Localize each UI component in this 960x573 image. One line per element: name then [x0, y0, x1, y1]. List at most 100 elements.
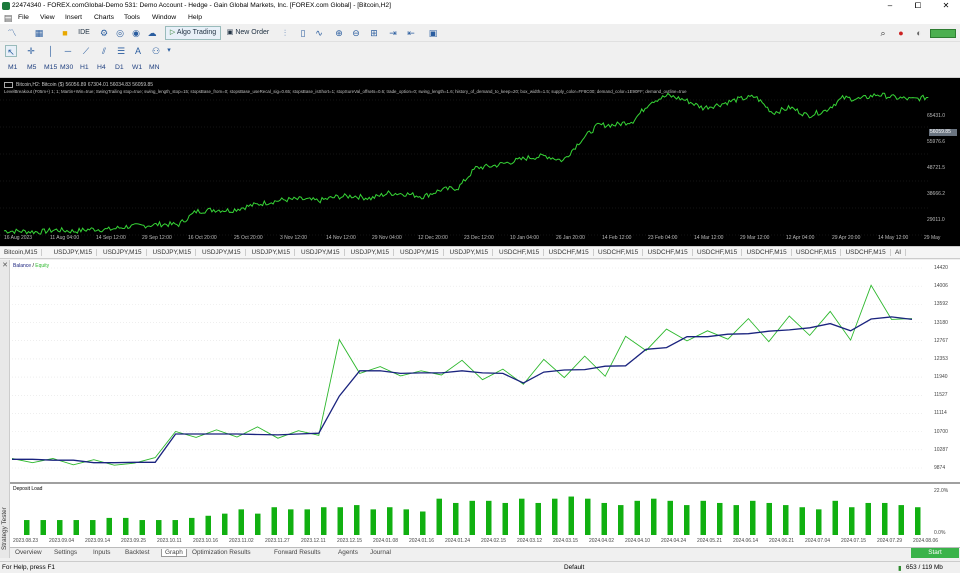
tester-tab[interactable]: Backtest [122, 549, 153, 556]
app-icon [2, 2, 10, 10]
trend-line-icon[interactable]: ⟋ [80, 45, 92, 57]
chart-tab[interactable]: USDCHF,M15 [796, 249, 842, 256]
timeframe-h4[interactable]: H4 [97, 64, 106, 71]
vps-icon[interactable]: ☁ [146, 27, 158, 39]
screenshot-icon[interactable]: ▣ [427, 27, 439, 39]
chart-tab[interactable]: USDCHF,M15 [747, 249, 792, 256]
chart-tab[interactable]: USDCHF,M15 [648, 249, 693, 256]
graph-x-tick: 2024.02.15 [481, 538, 507, 544]
window-title: 22474340 - FOREX.comGlobal-Demo 531: Dem… [12, 2, 391, 9]
ide-button[interactable]: IDE [77, 26, 91, 40]
timeframe-m5[interactable]: M5 [27, 64, 36, 71]
notifications-icon[interactable]: ● [895, 27, 907, 39]
menu-file[interactable]: File [18, 14, 29, 21]
chart-tab[interactable]: USDCHF,M15 [549, 249, 594, 256]
deposit-load-bar [271, 507, 277, 535]
chart-tab[interactable]: USDJPY,M15 [153, 249, 197, 256]
minimize-button[interactable]: – [876, 0, 904, 12]
chart-tab[interactable]: USDJPY,M15 [400, 249, 444, 256]
tester-tab[interactable]: Graph [161, 549, 187, 557]
tester-tab[interactable]: Inputs [90, 549, 113, 556]
text-icon[interactable]: A [132, 45, 144, 57]
menu-insert[interactable]: Insert [65, 14, 82, 21]
line-chart-icon[interactable]: ∿ [313, 27, 325, 39]
tile-windows-icon[interactable]: ⊞ [368, 27, 380, 39]
signals-icon[interactable]: ◎ [114, 27, 126, 39]
timeframe-mn[interactable]: MN [149, 64, 160, 71]
timeframe-w1[interactable]: W1 [132, 64, 142, 71]
timeframe-m15[interactable]: M15 [44, 64, 57, 71]
timeframe-m1[interactable]: M1 [8, 64, 17, 71]
chart-tab[interactable]: USDCHF,M15 [499, 249, 545, 256]
load-tick: 22.0% [934, 488, 949, 494]
chart-tab[interactable]: USDJPY,M15 [252, 249, 296, 256]
app-menu-icon[interactable]: ▤ [2, 12, 14, 24]
chart-shift-icon[interactable]: ⇤ [405, 27, 417, 39]
timeframe-bar: M1 M5 M15 M30 H1 H4 D1 W1 MN [0, 60, 960, 78]
tester-tab[interactable]: Settings [51, 549, 80, 556]
chart-tab[interactable]: Bitcoin,M15 [4, 249, 43, 256]
graph-x-tick: 2024.01.16 [409, 538, 435, 544]
candlestick-icon[interactable]: ▯ [297, 27, 309, 39]
menu-tools[interactable]: Tools [124, 14, 140, 21]
vertical-line-icon[interactable]: │ [45, 45, 57, 57]
menu-window[interactable]: Window [152, 14, 176, 21]
chart-tab[interactable]: USDJPY,M15 [103, 249, 147, 256]
search-icon[interactable]: ⌕ [877, 27, 889, 39]
tester-tab[interactable]: Optimization Results [189, 549, 254, 556]
chart-tab[interactable]: USDCHF,M15 [846, 249, 891, 256]
new-chart-icon[interactable]: 〽 [6, 27, 18, 39]
bar-chart-icon[interactable]: ⫶ [279, 27, 291, 39]
timeframe-m30[interactable]: M30 [60, 64, 73, 71]
cursor-icon[interactable]: ↖ [5, 45, 17, 57]
deposit-load-bar [370, 509, 376, 535]
new-order-button[interactable]: ▣ New Order [225, 26, 271, 40]
equidistant-channel-icon[interactable]: ⫽ [98, 45, 110, 57]
account-icon[interactable]: ◐ [913, 27, 925, 39]
market-watch-icon[interactable]: ■ [59, 27, 71, 39]
deposit-load-bar [288, 509, 294, 535]
algo-trading-button[interactable]: ▷ Algo Trading [165, 26, 221, 40]
price-chart[interactable]: Bitcoin,H2: Bitcoin ($) 56056.89 67304.0… [0, 78, 941, 246]
graph-y-tick: 13180 [934, 319, 948, 326]
tester-tab[interactable]: Agents [335, 549, 361, 556]
crosshair-icon[interactable]: ✛ [25, 45, 37, 57]
zoom-out-icon[interactable]: ⊖ [350, 27, 362, 39]
menu-view[interactable]: View [40, 14, 55, 21]
chart-tab[interactable]: USDCHF,M15 [697, 249, 743, 256]
deposit-load-bar [436, 498, 442, 535]
timeframe-d1[interactable]: D1 [115, 64, 124, 71]
deposit-load-bar [634, 500, 640, 535]
deposit-load-bar [552, 498, 558, 535]
chart-tab[interactable]: USDJPY,M15 [301, 249, 345, 256]
algo-wizard-icon[interactable]: ⚙ [98, 27, 110, 39]
deposit-load-bar [337, 507, 343, 535]
fibonacci-icon[interactable]: ☰ [115, 45, 127, 57]
menu-help[interactable]: Help [188, 14, 202, 21]
chart-tab[interactable]: USDCHF,M15 [598, 249, 644, 256]
shapes-dropdown-icon[interactable]: ▾ [163, 45, 175, 57]
chart-tab[interactable]: USDJPY,M15 [54, 249, 98, 256]
chart-tab[interactable]: USDJPY,M15 [202, 249, 246, 256]
chart-tab[interactable]: USDJPY,M15 [450, 249, 494, 256]
maximize-button[interactable]: ⧠ [904, 0, 932, 12]
chart-tab[interactable]: USDJPY,M15 [351, 249, 395, 256]
deposit-load-bar [387, 507, 393, 535]
profiles-icon[interactable]: ▦ [33, 27, 45, 39]
market-icon[interactable]: ◉ [130, 27, 142, 39]
menu-charts[interactable]: Charts [94, 14, 114, 21]
shapes-icon[interactable]: ⚇ [150, 45, 162, 57]
date-tick: 12 Dec 20:00 [418, 235, 448, 241]
start-button[interactable]: Start [911, 548, 959, 558]
zoom-in-icon[interactable]: ⊕ [333, 27, 345, 39]
timeframe-h1[interactable]: H1 [80, 64, 89, 71]
auto-scroll-icon[interactable]: ⇥ [387, 27, 399, 39]
tester-tab[interactable]: Forward Results [271, 549, 324, 556]
date-tick: 14 Feb 12:00 [602, 235, 632, 241]
tester-tab[interactable]: Journal [367, 549, 394, 556]
deposit-load-bar [40, 520, 46, 535]
horizontal-line-icon[interactable]: ─ [62, 45, 74, 57]
tester-tab[interactable]: Overview [12, 549, 45, 556]
chart-tab[interactable]: AI [895, 249, 907, 256]
close-button[interactable]: ✕ [932, 0, 960, 12]
